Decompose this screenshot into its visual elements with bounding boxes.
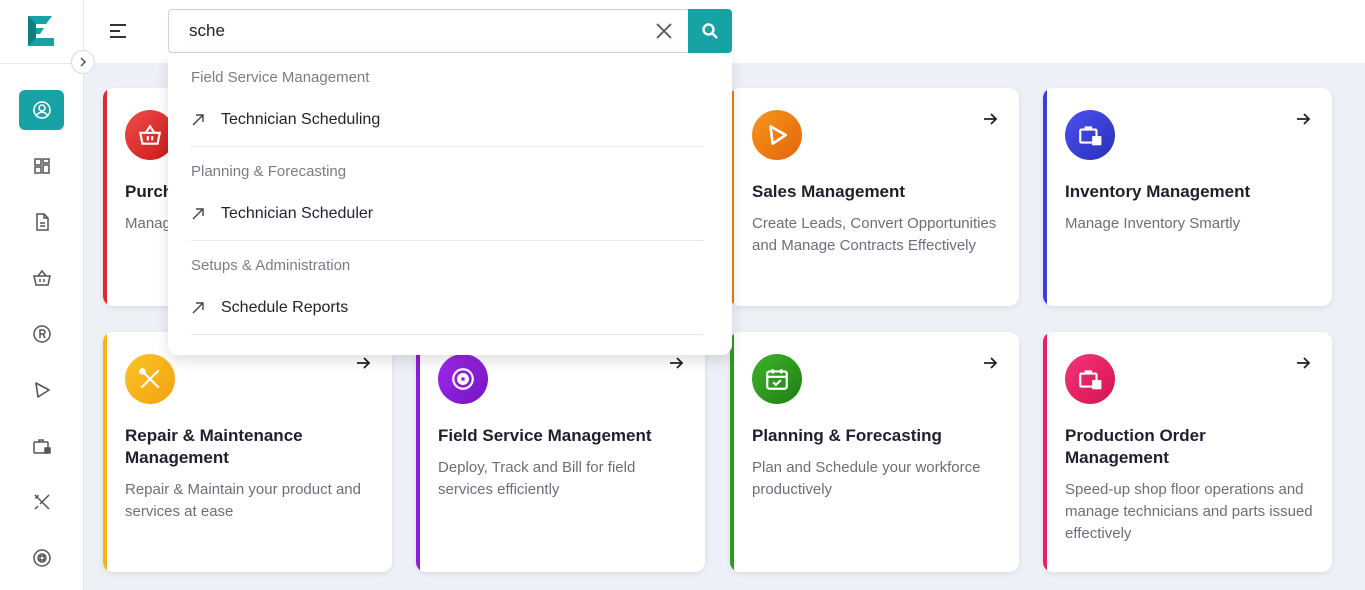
card-description: Speed-up shop floor operations and manag…	[1065, 481, 1313, 542]
briefcase-icon	[1065, 110, 1115, 160]
card-description: Deploy, Track and Bill for field service…	[438, 459, 636, 498]
sidebar-item-inventory[interactable]	[19, 426, 64, 466]
module-card-inventory[interactable]: Inventory Management Manage Inventory Sm…	[1043, 88, 1332, 306]
briefcase-icon	[1065, 354, 1115, 404]
card-description: Plan and Schedule your workforce product…	[752, 459, 981, 498]
card-title: Sales Management	[752, 182, 906, 201]
document-icon	[35, 213, 49, 231]
sidebar	[0, 0, 84, 590]
sidebar-item-repair[interactable]	[19, 482, 64, 522]
result-divider	[191, 240, 703, 241]
result-divider	[191, 146, 703, 147]
arrow-right-icon	[981, 354, 999, 372]
arrow-right-icon	[667, 354, 685, 372]
tools-icon	[125, 354, 175, 404]
result-label: Schedule Reports	[221, 299, 349, 316]
chevron-right-icon	[80, 57, 87, 67]
sidebar-item-purchase[interactable]	[19, 258, 64, 298]
module-card-sales[interactable]: Sales Management Create Leads, Convert O…	[730, 88, 1019, 306]
app-logo[interactable]	[26, 14, 56, 48]
registered-icon	[32, 325, 51, 343]
card-title: Production Order Management	[1065, 426, 1206, 467]
tools-icon	[33, 494, 50, 510]
result-category: Field Service Management	[191, 69, 370, 86]
card-description: Repair & Maintain your product and servi…	[125, 481, 361, 520]
target-icon	[32, 549, 51, 567]
card-title: Inventory Management	[1065, 182, 1251, 201]
module-card-field-service[interactable]: Field Service Management Deploy, Track a…	[416, 332, 705, 572]
module-card-repair-maintenance[interactable]: Repair & Maintenance Management Repair &…	[103, 332, 392, 572]
result-label: Technician Scheduling	[221, 111, 381, 128]
dashboard-icon	[33, 158, 50, 174]
card-title: Field Service Management	[438, 426, 652, 445]
search-input[interactable]	[168, 9, 688, 53]
arrow-right-icon	[981, 110, 999, 128]
search-result-item[interactable]: Schedule Reports	[191, 293, 703, 323]
basket-icon	[32, 269, 51, 286]
arrow-up-right-icon	[192, 114, 204, 126]
card-description: Create Leads, Convert Opportunities and …	[752, 215, 997, 254]
close-icon	[656, 23, 672, 39]
module-card-planning-forecasting[interactable]: Planning & Forecasting Plan and Schedule…	[730, 332, 1019, 572]
target-icon	[438, 354, 488, 404]
card-description: Manage Inventory Smartly	[1065, 215, 1241, 232]
card-title: Repair & Maintenance Management	[125, 426, 303, 467]
user-circle-icon	[32, 101, 51, 119]
briefcase-icon	[32, 439, 51, 454]
clear-search-button[interactable]	[654, 21, 674, 41]
play-icon	[34, 382, 50, 398]
arrow-up-right-icon	[192, 302, 204, 314]
sidebar-item-sales[interactable]	[19, 370, 64, 410]
search-results-dropdown: Field Service Management Technician Sche…	[168, 53, 732, 355]
search-result-item[interactable]: Technician Scheduling	[191, 105, 703, 135]
search-button[interactable]	[688, 9, 732, 53]
sidebar-expand-button[interactable]	[71, 50, 95, 74]
arrow-right-icon	[1294, 354, 1312, 372]
sidebar-item-documents[interactable]	[19, 202, 64, 242]
result-category: Setups & Administration	[191, 257, 351, 274]
result-category: Planning & Forecasting	[191, 163, 347, 180]
play-icon	[752, 110, 802, 160]
menu-toggle-button[interactable]	[108, 21, 130, 41]
sidebar-item-profile[interactable]	[19, 90, 64, 130]
search-bar	[168, 9, 732, 53]
result-divider	[191, 334, 703, 335]
calendar-check-icon	[752, 354, 802, 404]
arrow-right-icon	[354, 354, 372, 372]
result-label: Technician Scheduler	[221, 205, 374, 222]
sidebar-item-dashboard[interactable]	[19, 146, 64, 186]
arrow-right-icon	[1294, 110, 1312, 128]
search-result-item[interactable]: Technician Scheduler	[191, 199, 703, 229]
module-card-production-order[interactable]: Production Order Management Speed-up sho…	[1043, 332, 1332, 572]
arrow-up-right-icon	[192, 208, 204, 220]
sidebar-item-registered[interactable]	[19, 314, 64, 354]
hamburger-icon	[110, 24, 126, 38]
card-title: Planning & Forecasting	[752, 426, 942, 445]
sidebar-item-field-service[interactable]	[19, 538, 64, 578]
search-icon	[702, 23, 718, 39]
